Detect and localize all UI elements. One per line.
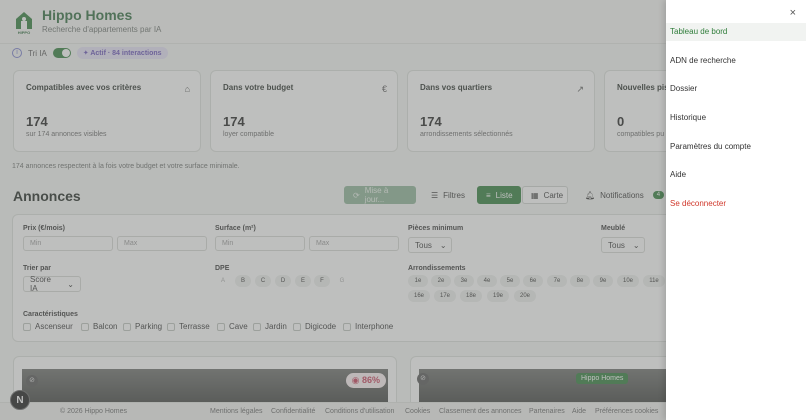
close-icon[interactable]: × xyxy=(790,7,796,19)
menu-item-history[interactable]: Historique xyxy=(666,109,806,127)
menu-item-dashboard[interactable]: Tableau de bord xyxy=(666,23,806,41)
account-drawer: × Tableau de bord ADN de recherche Dossi… xyxy=(666,0,806,420)
menu-item-logout[interactable]: Se déconnecter xyxy=(666,195,806,213)
menu-item-help[interactable]: Aide xyxy=(666,166,806,184)
menu-item-search-dna[interactable]: ADN de recherche xyxy=(666,52,806,70)
menu-item-account-settings[interactable]: Paramètres du compte xyxy=(666,138,806,156)
menu-item-dossier[interactable]: Dossier xyxy=(666,80,806,98)
